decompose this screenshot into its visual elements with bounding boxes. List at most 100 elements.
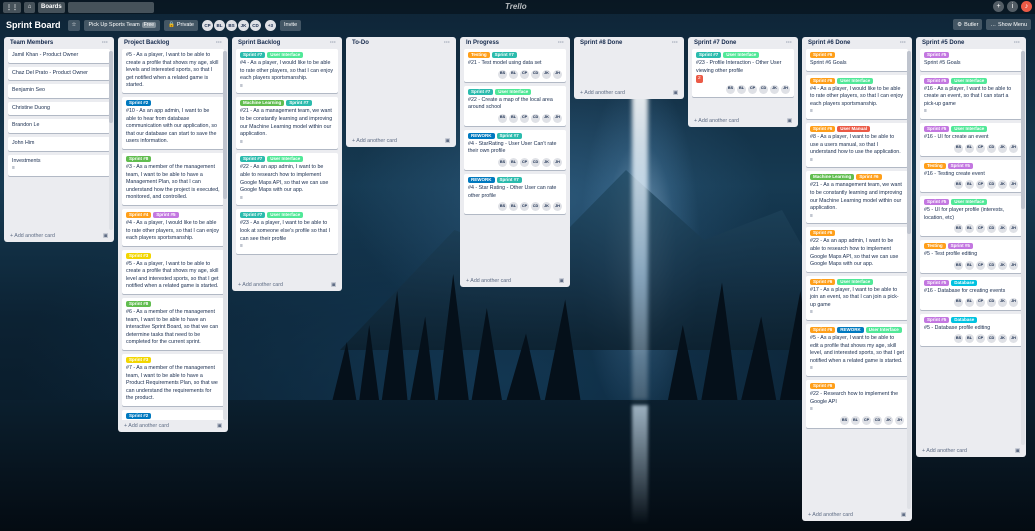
member-avatar[interactable]: JH: [1009, 180, 1018, 190]
invite-button[interactable]: Invite: [279, 19, 302, 31]
member-avatar[interactable]: JH: [1009, 297, 1018, 307]
member-avatar[interactable]: JK: [542, 157, 551, 167]
show-menu-button[interactable]: … Show Menu: [986, 19, 1031, 30]
card-template-icon[interactable]: ▣: [559, 278, 564, 284]
list-title[interactable]: In Progress: [466, 40, 499, 46]
list-title[interactable]: Sprint #8 Done: [580, 40, 622, 46]
member-avatar[interactable]: BS: [498, 113, 507, 123]
member-avatar[interactable]: CD: [987, 334, 996, 344]
home-icon[interactable]: ⌂: [24, 1, 35, 13]
card[interactable]: Sprint #7 User Interface #23 - As a player…: [236, 209, 338, 254]
card[interactable]: Sprint #4 Sprint #5 #4 - As a player, I wo…: [122, 208, 224, 246]
card[interactable]: Chaz Del Prato - Product Owner: [8, 66, 110, 81]
member-avatar[interactable]: BL: [509, 113, 518, 123]
card-template-icon[interactable]: ▣: [787, 118, 792, 124]
add-card-button[interactable]: + Add another card ▣: [574, 87, 684, 99]
member-avatar[interactable]: BS: [225, 19, 237, 31]
card[interactable]: Sprint #5 User Interface #5 - UI for playe…: [920, 196, 1022, 237]
card-template-icon[interactable]: ▣: [103, 233, 108, 239]
member-avatar[interactable]: BS: [498, 202, 507, 212]
card[interactable]: Sprint #6 #22 - As an app admin, I want t…: [806, 227, 908, 272]
member-avatar[interactable]: BS: [954, 297, 963, 307]
card[interactable]: Sprint #8 #3 - As a member of the managem…: [122, 152, 224, 205]
member-avatar[interactable]: CP: [520, 113, 529, 123]
card[interactable]: Machine Learning Sprint #7 #21 - As a mana…: [236, 97, 338, 150]
member-avatar[interactable]: BL: [851, 415, 860, 425]
card[interactable]: Sprint #7 User Interface #22 - As an app a…: [236, 153, 338, 206]
card[interactable]: Sprint #5 Database #16 - Database for crea…: [920, 276, 1022, 310]
member-avatar[interactable]: JK: [542, 69, 551, 79]
member-avatar[interactable]: CD: [987, 297, 996, 307]
member-avatar[interactable]: CD: [531, 202, 540, 212]
member-avatar[interactable]: BL: [965, 297, 974, 307]
list-menu-icon[interactable]: ···: [672, 40, 678, 46]
member-avatar[interactable]: CD: [987, 143, 996, 153]
card[interactable]: Sprint #2 #10 - As an app admin, I want t…: [122, 96, 224, 149]
info-icon[interactable]: i: [1007, 1, 1018, 12]
member-avatar[interactable]: JH: [1009, 143, 1018, 153]
member-avatar[interactable]: CD: [873, 415, 882, 425]
member-avatar[interactable]: BL: [509, 157, 518, 167]
list-header[interactable]: To-Do ···: [346, 37, 456, 49]
add-card-button[interactable]: + Add another card ▣: [460, 275, 570, 287]
member-avatar[interactable]: JH: [553, 157, 562, 167]
member-avatar[interactable]: CD: [987, 260, 996, 270]
star-icon[interactable]: ☆: [67, 19, 81, 31]
member-avatar[interactable]: BS: [954, 260, 963, 270]
member-avatar[interactable]: JK: [998, 334, 1007, 344]
search-input[interactable]: [67, 1, 154, 13]
card[interactable]: Testing Sprint #5 #16 - Testing create eve…: [920, 159, 1022, 193]
list-scrollbar[interactable]: [223, 51, 227, 420]
member-avatar[interactable]: BL: [965, 180, 974, 190]
list-header[interactable]: Team Members ···: [4, 37, 114, 49]
card[interactable]: Sprint #5 User Interface #16 - As a player…: [920, 74, 1022, 119]
member-avatar[interactable]: BS: [954, 180, 963, 190]
member-avatar[interactable]: CP: [520, 157, 529, 167]
card[interactable]: Brandon Le: [8, 119, 110, 133]
card-template-icon[interactable]: ▣: [445, 138, 450, 144]
card-template-icon[interactable]: ▣: [1015, 448, 1020, 454]
member-avatar[interactable]: BL: [965, 224, 974, 234]
add-card-button[interactable]: + Add another card ▣: [232, 279, 342, 291]
member-avatar[interactable]: BL: [965, 334, 974, 344]
member-avatar[interactable]: CP: [976, 224, 985, 234]
list-header[interactable]: Sprint #5 Done ···: [916, 37, 1026, 49]
card[interactable]: #5 - As a player, I want to be able to c…: [122, 49, 224, 93]
card-template-icon[interactable]: ▣: [217, 423, 222, 429]
member-avatar[interactable]: CP: [520, 69, 529, 79]
card[interactable]: Sprint #6 User Interface #4 - As a player,…: [806, 74, 908, 119]
visibility-button[interactable]: 🔒 Private: [164, 19, 198, 31]
list-menu-icon[interactable]: ···: [900, 40, 906, 46]
list-menu-icon[interactable]: ···: [558, 40, 564, 46]
member-avatar[interactable]: CP: [976, 143, 985, 153]
list-menu-icon[interactable]: ···: [786, 40, 792, 46]
list-scrollbar[interactable]: [907, 51, 911, 509]
card[interactable]: Sprint #7 User Interface #23 - Profile Int…: [692, 49, 794, 97]
member-avatar[interactable]: BS: [726, 84, 735, 94]
member-avatar[interactable]: JK: [542, 113, 551, 123]
list-scrollbar[interactable]: [1021, 51, 1025, 445]
member-avatar[interactable]: CP: [748, 84, 757, 94]
member-avatar[interactable]: CP: [201, 19, 213, 31]
list-title[interactable]: Sprint #5 Done: [922, 40, 964, 46]
member-avatar[interactable]: BS: [498, 157, 507, 167]
list-scrollbar[interactable]: [109, 51, 113, 230]
member-avatar[interactable]: JK: [998, 143, 1007, 153]
member-avatar[interactable]: BL: [509, 202, 518, 212]
create-plus-icon[interactable]: +: [993, 1, 1004, 12]
member-avatar[interactable]: BS: [840, 415, 849, 425]
member-avatar[interactable]: BS: [954, 143, 963, 153]
member-avatar[interactable]: JH: [1009, 260, 1018, 270]
list-title[interactable]: Team Members: [10, 40, 53, 46]
member-avatar[interactable]: CP: [520, 202, 529, 212]
member-avatar[interactable]: CD: [531, 69, 540, 79]
member-avatar[interactable]: CD: [987, 224, 996, 234]
card[interactable]: Investments ≡: [8, 154, 110, 176]
member-avatar[interactable]: JH: [1009, 224, 1018, 234]
list-menu-icon[interactable]: ···: [444, 40, 450, 46]
card-template-icon[interactable]: ▣: [673, 90, 678, 96]
card[interactable]: Sprint #7 User Interface #4 - As a player,…: [236, 49, 338, 94]
card[interactable]: Testing Sprint #5 #5 - Test profile editin…: [920, 240, 1022, 273]
card[interactable]: Benjamin Seo: [8, 84, 110, 98]
member-avatar[interactable]: JK: [998, 224, 1007, 234]
